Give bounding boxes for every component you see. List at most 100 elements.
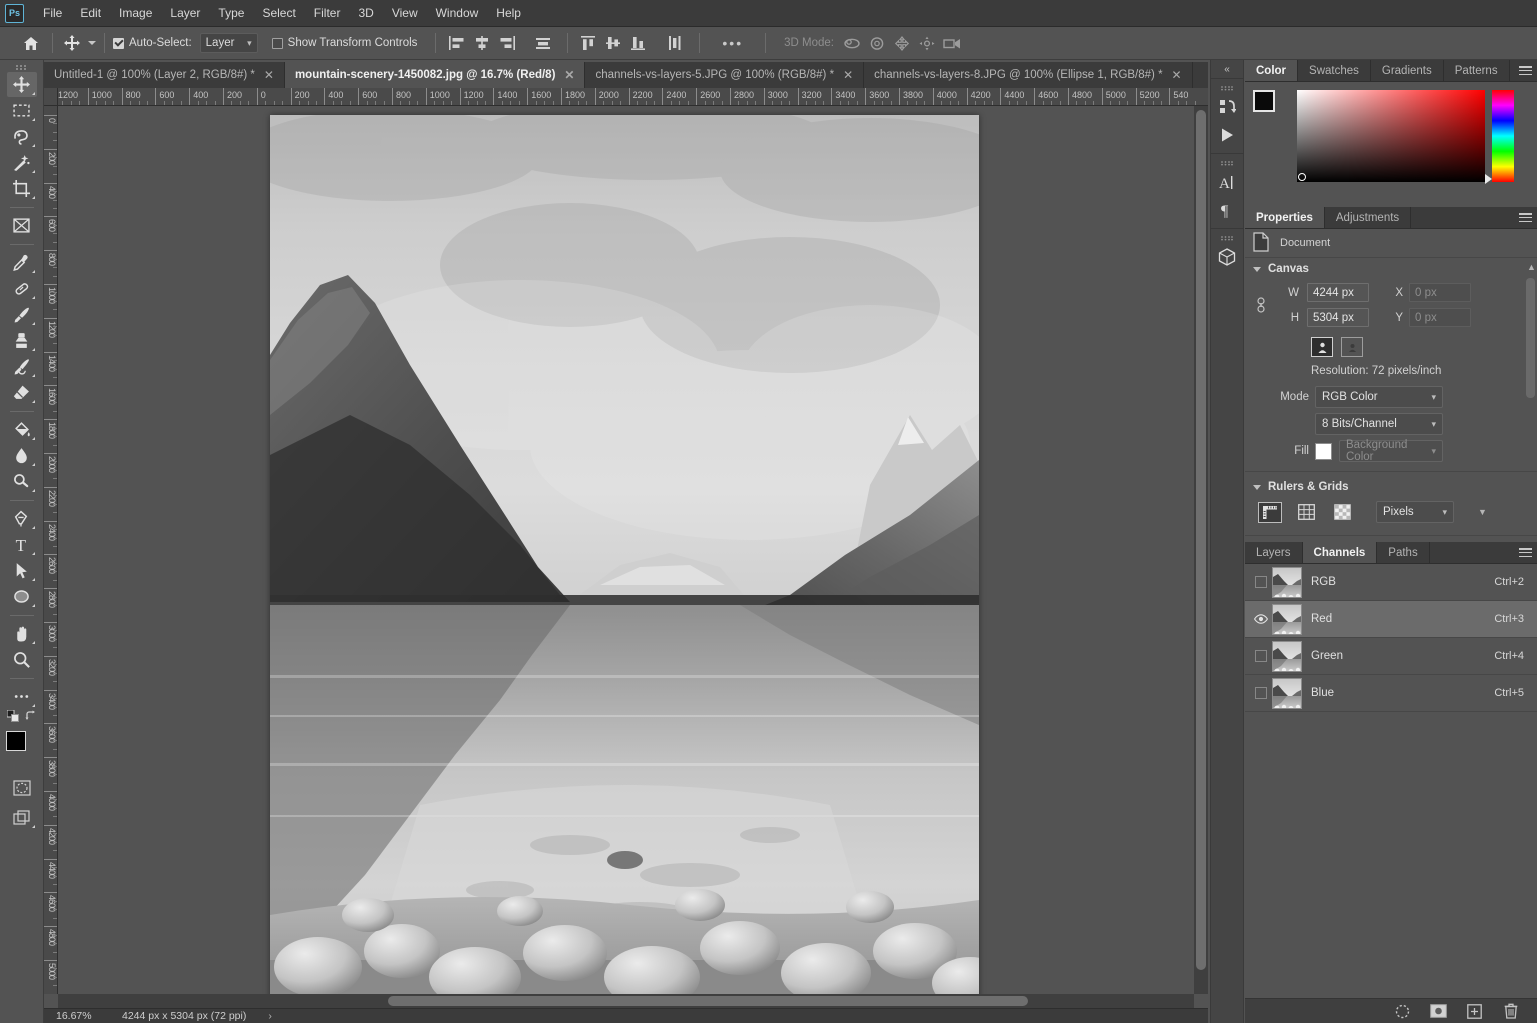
home-icon[interactable]: [18, 31, 44, 55]
menu-item-type[interactable]: Type: [209, 2, 253, 24]
channel-visibility-toggle[interactable]: [1250, 650, 1272, 662]
auto-select-checkbox[interactable]: Auto-Select:: [113, 37, 192, 49]
document-tab[interactable]: channels-vs-layers-8.JPG @ 100% (Ellipse…: [864, 62, 1193, 88]
clone-stamp-tool-icon[interactable]: [7, 328, 37, 353]
menu-item-layer[interactable]: Layer: [161, 2, 209, 24]
move-tool-icon[interactable]: [61, 32, 83, 54]
rulers-grids-section-header[interactable]: Rulers & Grids: [1245, 476, 1537, 498]
color-panel-menu-icon[interactable]: [1513, 60, 1537, 81]
object-selection-tool-icon[interactable]: [7, 150, 37, 175]
channel-row[interactable]: Blue Ctrl+5: [1245, 675, 1537, 712]
tab-color[interactable]: Color: [1245, 60, 1299, 81]
hand-tool-icon[interactable]: [7, 621, 37, 646]
align-right-edges-icon[interactable]: [494, 31, 519, 55]
3d-cube-icon[interactable]: [1213, 243, 1241, 271]
channel-thumbnail[interactable]: [1272, 640, 1302, 672]
ruler-units-dropdown[interactable]: Pixels ▾: [1376, 501, 1454, 523]
path-selection-tool-icon[interactable]: [7, 558, 37, 583]
dock-grip[interactable]: [1219, 157, 1235, 166]
menu-item-window[interactable]: Window: [427, 2, 488, 24]
paragraph-icon[interactable]: ¶: [1213, 196, 1241, 224]
document-tab[interactable]: Untitled-1 @ 100% (Layer 2, RGB/8#) * ✕: [44, 62, 285, 88]
eraser-tool-icon[interactable]: [7, 380, 37, 405]
brush-tool-icon[interactable]: [7, 302, 37, 327]
menu-item-help[interactable]: Help: [487, 2, 530, 24]
close-tab-icon[interactable]: ✕: [1172, 68, 1182, 82]
tab-gradients[interactable]: Gradients: [1370, 60, 1444, 81]
align-top-edges-icon[interactable]: [576, 31, 601, 55]
canvas-area[interactable]: [58, 106, 1208, 994]
tool-preset-chevron-icon[interactable]: [88, 41, 96, 45]
transparency-grid-icon[interactable]: [1330, 502, 1354, 523]
tab-adjustments[interactable]: Adjustments: [1324, 207, 1412, 228]
close-tab-icon[interactable]: ✕: [264, 68, 274, 82]
slide-3d-icon[interactable]: [915, 31, 940, 55]
rulers-icon[interactable]: [1258, 501, 1282, 523]
orbit-3d-icon[interactable]: [840, 31, 865, 55]
roll-3d-icon[interactable]: [865, 31, 890, 55]
dock-grip[interactable]: [1219, 232, 1235, 241]
grid-icon[interactable]: [1294, 502, 1318, 523]
hue-slider-marker[interactable]: [1485, 174, 1492, 184]
document-tab[interactable]: channels-vs-layers-5.JPG @ 100% (RGB/8#)…: [585, 62, 865, 88]
rectangular-marquee-tool-icon[interactable]: [7, 98, 37, 123]
channel-thumbnail[interactable]: [1272, 677, 1302, 709]
menu-item-3d[interactable]: 3D: [349, 2, 382, 24]
horizontal-type-tool-icon[interactable]: T: [7, 532, 37, 557]
portrait-orientation-icon[interactable]: [1311, 337, 1333, 357]
dodge-tool-icon[interactable]: [7, 469, 37, 494]
tab-patterns[interactable]: Patterns: [1443, 60, 1510, 81]
status-expand-arrow-icon[interactable]: ›: [268, 1010, 272, 1022]
camera-3d-icon[interactable]: [940, 31, 965, 55]
fill-type-dropdown[interactable]: Background Color ▾: [1339, 439, 1443, 463]
character-icon[interactable]: A: [1213, 168, 1241, 196]
pen-tool-icon[interactable]: [7, 506, 37, 531]
canvas-section-header[interactable]: Canvas: [1245, 258, 1537, 280]
zoom-level-field[interactable]: 16.67%: [44, 1010, 114, 1022]
tab-paths[interactable]: Paths: [1377, 542, 1430, 563]
channel-row[interactable]: Green Ctrl+4: [1245, 638, 1537, 675]
swap-colors-icon[interactable]: [25, 710, 37, 725]
blur-tool-icon[interactable]: [7, 443, 37, 468]
channel-thumbnail[interactable]: [1272, 566, 1302, 598]
channels-panel-menu-icon[interactable]: [1513, 542, 1537, 563]
scrollbar-thumb[interactable]: [388, 996, 1028, 1006]
eyedropper-tool-icon[interactable]: [7, 250, 37, 275]
menu-item-edit[interactable]: Edit: [71, 2, 110, 24]
color-field[interactable]: [1297, 90, 1485, 182]
menu-item-view[interactable]: View: [383, 2, 427, 24]
vertical-ruler[interactable]: 0 200 400 600 800 1000 1200 1400 1600 1800 2000 220…: [44, 106, 58, 994]
color-mode-dropdown[interactable]: RGB Color ▾: [1315, 386, 1443, 408]
history-brush-tool-icon[interactable]: [7, 354, 37, 379]
scroll-up-arrow-icon[interactable]: ▲: [1527, 262, 1536, 272]
collapse-panels-icon[interactable]: «: [1210, 60, 1244, 78]
close-tab-icon[interactable]: ✕: [564, 68, 574, 82]
y-input[interactable]: 0 px: [1409, 308, 1471, 327]
horizontal-ruler[interactable]: 1200 1000 800 600 400 200 0 200 400 600 800 1000 120…: [58, 88, 1208, 106]
align-left-edges-icon[interactable]: [444, 31, 469, 55]
tab-swatches[interactable]: Swatches: [1298, 60, 1371, 81]
show-transform-checkbox-box[interactable]: [271, 37, 283, 49]
x-input[interactable]: 0 px: [1409, 283, 1471, 302]
lasso-tool-icon[interactable]: [7, 124, 37, 149]
menu-item-file[interactable]: File: [34, 2, 71, 24]
canvas-vertical-scrollbar[interactable]: [1194, 106, 1208, 994]
libraries-icon[interactable]: [1213, 93, 1241, 121]
document-tab[interactable]: mountain-scenery-1450082.jpg @ 16.7% (Re…: [284, 62, 586, 88]
close-tab-icon[interactable]: ✕: [843, 68, 853, 82]
align-horizontal-centers-icon[interactable]: [469, 31, 494, 55]
channel-thumbnail[interactable]: [1272, 603, 1302, 635]
screen-mode-icon[interactable]: [7, 805, 37, 830]
color-swatches[interactable]: [1251, 90, 1289, 126]
auto-select-scope-dropdown[interactable]: Layer ▾: [199, 33, 258, 53]
distribute-horizontal-icon[interactable]: [530, 31, 555, 55]
scroll-down-arrow-icon[interactable]: ▼: [1478, 507, 1487, 517]
link-dimensions-icon[interactable]: [1253, 290, 1269, 320]
scrollbar-thumb[interactable]: [1196, 110, 1206, 970]
hue-slider[interactable]: [1485, 90, 1514, 184]
align-bottom-edges-icon[interactable]: [626, 31, 651, 55]
scrollbar-thumb[interactable]: [1526, 278, 1535, 398]
tool-color-swatches[interactable]: [5, 731, 38, 763]
actions-play-icon[interactable]: [1213, 121, 1241, 149]
tab-channels[interactable]: Channels: [1302, 542, 1378, 563]
